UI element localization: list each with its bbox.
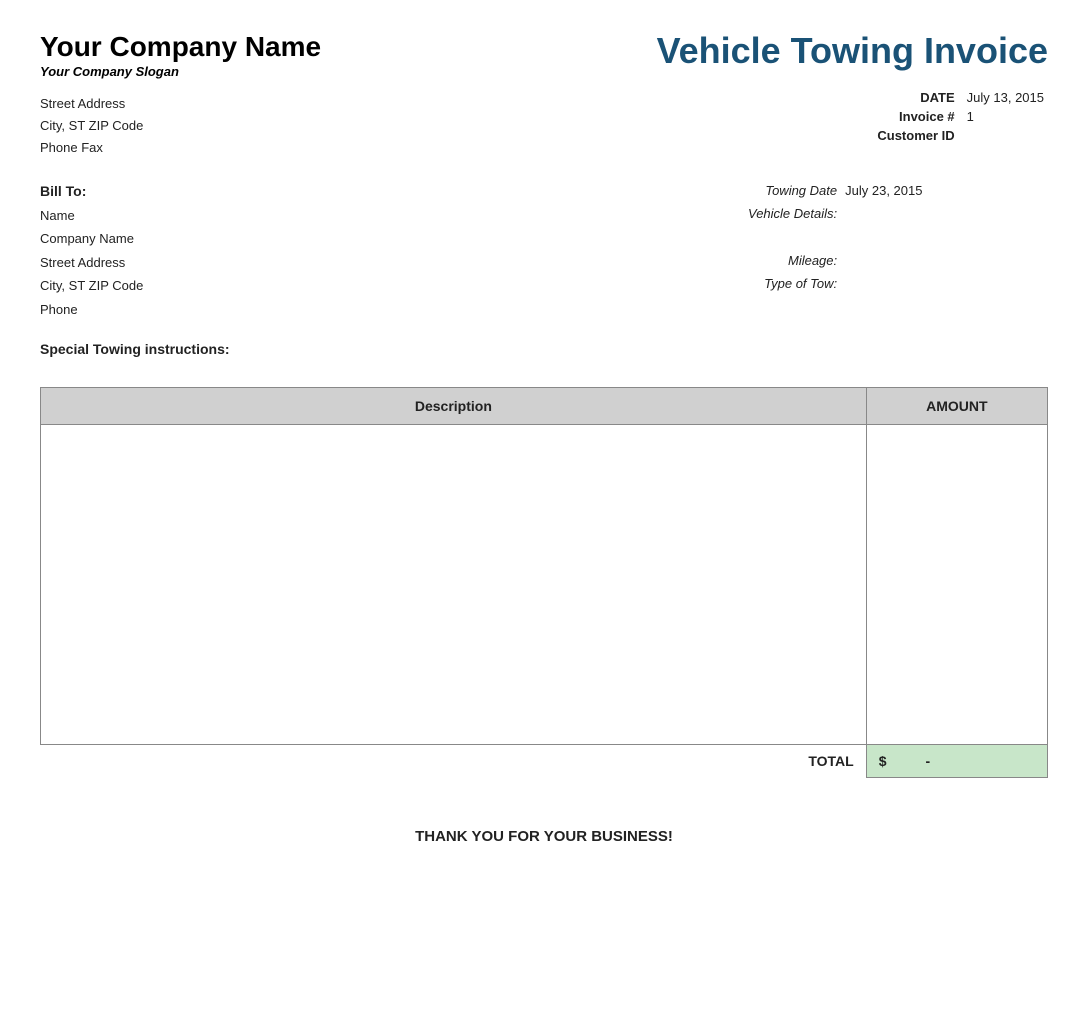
invoice-num-value: 1 bbox=[963, 107, 1048, 126]
bill-to-name: Name bbox=[40, 204, 143, 227]
bill-to-block: Bill To: Name Company Name Street Addres… bbox=[40, 179, 143, 321]
towing-date-value: July 23, 2015 bbox=[845, 179, 922, 202]
invoice-title: Vehicle Towing Invoice bbox=[657, 30, 1048, 72]
date-value: July 13, 2015 bbox=[963, 88, 1048, 107]
special-instructions-label: Special Towing instructions: bbox=[40, 341, 230, 357]
amt-cell bbox=[866, 425, 1047, 745]
billing-section: Bill To: Name Company Name Street Addres… bbox=[40, 179, 1048, 321]
thank-you: THANK YOU FOR YOUR BUSINESS! bbox=[40, 828, 1048, 845]
bill-to-city: City, ST ZIP Code bbox=[40, 274, 143, 297]
type-label: Type of Tow: bbox=[748, 272, 845, 295]
total-value: $ - bbox=[866, 745, 1047, 778]
vehicle-value bbox=[845, 202, 922, 225]
total-dash: - bbox=[925, 753, 930, 769]
header-section: Your Company Name Your Company Slogan St… bbox=[40, 30, 1048, 159]
vehicle-label: Vehicle Details: bbox=[748, 202, 845, 225]
towing-date-label: Towing Date bbox=[748, 179, 845, 202]
company-street: Street Address bbox=[40, 93, 321, 115]
invoice-meta: DATE July 13, 2015 Invoice # 1 Customer … bbox=[657, 88, 1048, 145]
special-instructions: Special Towing instructions: bbox=[40, 341, 1048, 357]
total-currency: $ bbox=[879, 753, 887, 769]
desc-cell bbox=[41, 425, 867, 745]
customer-id-value bbox=[963, 126, 1048, 145]
total-label: TOTAL bbox=[41, 745, 867, 778]
bill-to-company: Company Name bbox=[40, 227, 143, 250]
bill-to-street: Street Address bbox=[40, 251, 143, 274]
company-city: City, ST ZIP Code bbox=[40, 115, 321, 137]
towing-details: Towing Date July 23, 2015 Vehicle Detail… bbox=[748, 179, 1048, 321]
invoice-table: Description AMOUNT TOTAL $ - bbox=[40, 387, 1048, 778]
date-label: DATE bbox=[873, 88, 962, 107]
company-slogan: Your Company Slogan bbox=[40, 64, 321, 79]
company-phone-fax: Phone Fax bbox=[40, 137, 321, 159]
desc-header: Description bbox=[41, 388, 867, 425]
bill-to-label: Bill To: bbox=[40, 179, 143, 204]
total-row: TOTAL $ - bbox=[41, 745, 1048, 778]
type-value bbox=[845, 272, 922, 295]
bill-to-phone: Phone bbox=[40, 298, 143, 321]
invoice-right: Vehicle Towing Invoice DATE July 13, 201… bbox=[657, 30, 1048, 145]
table-row bbox=[41, 425, 1048, 745]
customer-id-label: Customer ID bbox=[873, 126, 962, 145]
company-block: Your Company Name Your Company Slogan St… bbox=[40, 30, 321, 159]
amt-header: AMOUNT bbox=[866, 388, 1047, 425]
mileage-value bbox=[845, 249, 922, 272]
company-address: Street Address City, ST ZIP Code Phone F… bbox=[40, 93, 321, 159]
company-name: Your Company Name bbox=[40, 30, 321, 64]
invoice-num-label: Invoice # bbox=[873, 107, 962, 126]
mileage-label: Mileage: bbox=[748, 249, 845, 272]
